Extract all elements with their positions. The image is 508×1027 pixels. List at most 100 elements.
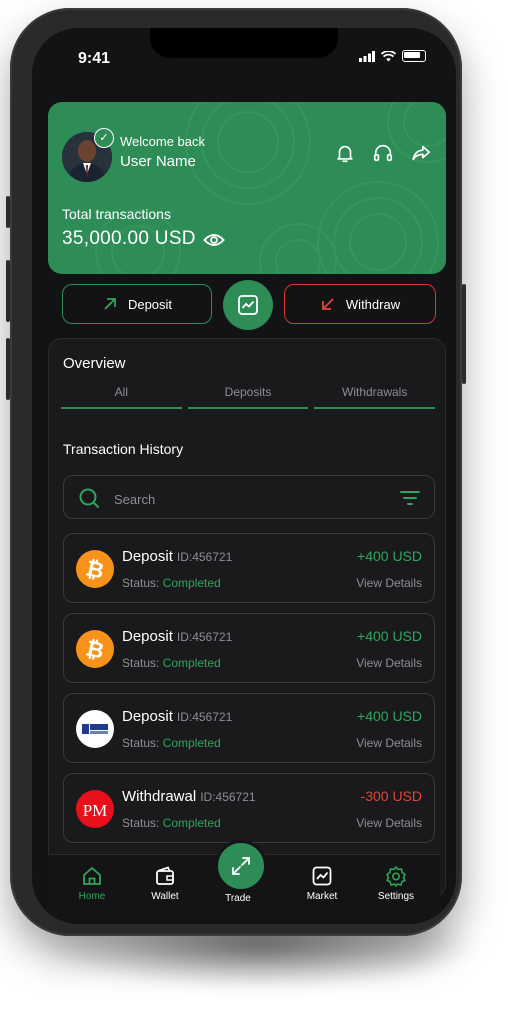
- transaction-item[interactable]: PM Withdrawal ID:456721 Status: Completed…: [63, 773, 435, 843]
- market-icon: [312, 866, 332, 886]
- status-time: 9:41: [78, 50, 111, 67]
- perfect-money-logo: PM: [76, 790, 114, 828]
- overview-tabs: All Deposits Withdrawals: [61, 385, 436, 409]
- nav-settings-label: Settings: [377, 891, 415, 902]
- eye-icon[interactable]: [203, 231, 225, 249]
- transaction-id: ID:456721: [200, 790, 256, 804]
- deposit-button[interactable]: Deposit: [62, 284, 212, 324]
- trade-button[interactable]: [215, 840, 267, 892]
- svg-text:PM: PM: [83, 801, 108, 820]
- search-input[interactable]: [112, 488, 376, 510]
- svg-text:₿: ₿: [83, 556, 106, 584]
- bitcoin-logo: ₿: [76, 630, 114, 668]
- icm-capital-icon: [82, 724, 108, 734]
- transaction-status: Status: Completed: [122, 656, 221, 670]
- app-screen: 9:41 ✓ Welcome back User Name Total tran…: [32, 28, 456, 924]
- user-name: User Name: [120, 153, 196, 170]
- view-details-link[interactable]: View Details: [356, 576, 422, 590]
- search-icon: [79, 488, 99, 508]
- transaction-status: Status: Completed: [122, 816, 221, 830]
- view-details-link[interactable]: View Details: [356, 816, 422, 830]
- nav-trade-label: Trade: [225, 893, 251, 904]
- deposit-label: Deposit: [127, 296, 173, 312]
- icm-capital-logo: [76, 710, 114, 748]
- share-icon[interactable]: [410, 142, 432, 164]
- transaction-status: Status: Completed: [122, 736, 221, 750]
- transaction-type-label: Withdrawal: [122, 788, 197, 805]
- transaction-type-label: Deposit: [122, 548, 173, 565]
- wallet-icon: [156, 866, 174, 885]
- nav-market[interactable]: Market: [292, 865, 352, 902]
- status-prefix: Status:: [122, 736, 160, 750]
- side-button: [462, 284, 466, 384]
- transaction-type-label: Deposit: [122, 708, 173, 725]
- tab-withdrawals[interactable]: Withdrawals: [314, 385, 436, 409]
- arrow-down-left-icon: [322, 298, 334, 310]
- bitcoin-icon: ₿: [83, 556, 106, 584]
- transaction-type: Deposit ID:456721: [122, 628, 232, 645]
- status-value: Completed: [162, 576, 221, 590]
- phone-frame: 9:41 ✓ Welcome back User Name Total tran…: [6, 8, 466, 936]
- side-button: [6, 260, 10, 322]
- total-transactions-label: Total transactions: [62, 206, 171, 222]
- withdraw-button[interactable]: Withdraw: [284, 284, 436, 324]
- nav-home-label: Home: [78, 891, 106, 902]
- transaction-id: ID:456721: [176, 710, 233, 724]
- tab-deposits[interactable]: Deposits: [187, 385, 309, 409]
- transaction-item[interactable]: Deposit ID:456721 Status: Completed +400 …: [63, 693, 435, 763]
- headset-icon[interactable]: [372, 142, 394, 164]
- tab-all[interactable]: All: [61, 385, 182, 409]
- nav-market-label: Market: [306, 891, 338, 902]
- battery-icon: [402, 50, 426, 62]
- nav-wallet[interactable]: Wallet: [135, 865, 195, 902]
- chart-icon: [238, 295, 258, 315]
- transaction-type-label: Deposit: [122, 628, 173, 645]
- status-prefix: Status:: [122, 656, 160, 670]
- overview-title: Overview: [63, 355, 126, 372]
- filter-icon[interactable]: [400, 489, 420, 507]
- transaction-item[interactable]: ₿ Deposit ID:456721 Status: Completed +40…: [63, 533, 435, 603]
- view-details-link[interactable]: View Details: [356, 736, 422, 750]
- transaction-type: Withdrawal ID:456721: [122, 788, 256, 805]
- side-button: [6, 338, 10, 400]
- transaction-type: Deposit ID:456721: [122, 708, 232, 725]
- total-amount: 35,000.00 USD: [62, 228, 196, 249]
- balance-card: ✓ Welcome back User Name Total transacti…: [48, 102, 446, 274]
- transaction-status: Status: Completed: [122, 576, 221, 590]
- transaction-type: Deposit ID:456721: [122, 548, 232, 565]
- bitcoin-icon: ₿: [83, 636, 106, 664]
- nav-wallet-label: Wallet: [151, 891, 179, 902]
- status-prefix: Status:: [122, 576, 160, 590]
- transaction-id: ID:456721: [176, 550, 233, 564]
- transaction-id: ID:456721: [176, 630, 233, 644]
- transaction-amount: +400 USD: [357, 628, 422, 644]
- view-details-link[interactable]: View Details: [356, 656, 422, 670]
- action-row: Deposit Withdraw: [62, 280, 436, 330]
- bitcoin-logo: ₿: [76, 550, 114, 588]
- trade-arrows-icon: [232, 857, 250, 875]
- search-box: [63, 475, 435, 519]
- settings-icon: [386, 866, 406, 887]
- status-value: Completed: [162, 656, 221, 670]
- header-actions: [334, 142, 432, 164]
- perfect-money-icon: PM: [83, 801, 108, 820]
- transaction-history-title: Transaction History: [63, 441, 184, 457]
- chart-button[interactable]: [223, 280, 273, 330]
- arrow-up-right-icon: [104, 298, 116, 310]
- status-icons: [359, 50, 426, 62]
- transaction-amount: +400 USD: [357, 548, 422, 564]
- transaction-item[interactable]: ₿ Deposit ID:456721 Status: Completed +40…: [63, 613, 435, 683]
- bell-icon[interactable]: [334, 142, 356, 164]
- nav-home[interactable]: Home: [62, 865, 122, 902]
- home-icon: [83, 867, 101, 885]
- overview-panel: Overview All Deposits Withdrawals Transa…: [48, 338, 446, 898]
- side-button: [6, 196, 10, 228]
- nav-settings[interactable]: Settings: [366, 865, 426, 902]
- status-prefix: Status:: [122, 816, 160, 830]
- welcome-text: Welcome back: [120, 134, 206, 149]
- transaction-amount: +400 USD: [357, 708, 422, 724]
- svg-text:₿: ₿: [83, 636, 106, 664]
- signal-icon: [359, 50, 375, 62]
- wifi-icon: [381, 50, 396, 61]
- status-value: Completed: [162, 736, 221, 750]
